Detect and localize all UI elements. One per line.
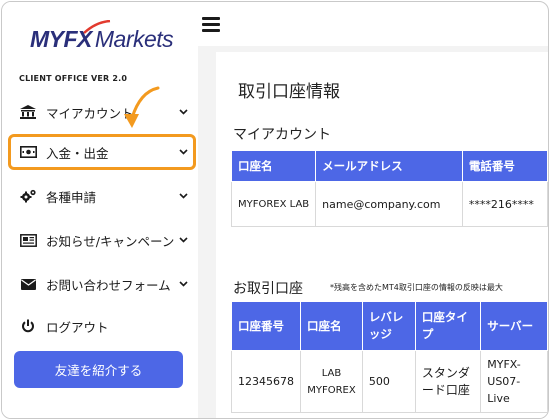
- table-cell: name@company.com: [315, 181, 463, 227]
- table-row: 12345678 LAB MYFOREX 500 スタンダード口座 MYFX-U…: [231, 350, 548, 413]
- sidebar-item-contact-form[interactable]: お問い合わせフォーム: [12, 267, 194, 301]
- logo-myfx-text: MYFX: [30, 26, 92, 52]
- cash-icon: [17, 146, 39, 158]
- refer-friend-button[interactable]: 友達を紹介する: [14, 351, 183, 388]
- newspaper-icon: [17, 233, 39, 247]
- table-cell: MYFOREX LAB: [230, 181, 317, 227]
- sidebar-item-logout[interactable]: ログアウト: [12, 309, 194, 343]
- table-header-row: 口座名 メールアドレス 電話番号: [230, 150, 548, 182]
- sidebar-item-label: 各種申請: [46, 189, 97, 205]
- power-icon: [17, 319, 39, 333]
- trading-accounts-table: 口座番号 口座名 レバレッジ 口座タイプ サーバー 12345678 LAB M…: [231, 301, 548, 413]
- page-title: 取引口座情報: [238, 82, 340, 102]
- bank-icon: [17, 105, 39, 119]
- chevron-down-icon[interactable]: [176, 237, 190, 243]
- column-header: メールアドレス: [315, 150, 463, 182]
- chevron-down-icon[interactable]: [176, 149, 190, 155]
- table-header-row: 口座番号 口座名 レバレッジ 口座タイプ サーバー: [231, 301, 548, 351]
- table-cell: 500: [361, 350, 416, 413]
- column-header: 口座番号: [231, 301, 301, 351]
- table-cell: MYFX-US07-Live: [480, 350, 548, 413]
- menu-toggle-icon[interactable]: [202, 17, 220, 33]
- sidebar-item-my-account[interactable]: マイアカウント: [12, 95, 194, 129]
- sidebar: MYFX Markets CLIENT OFFICE VER 2.0 マイアカウン…: [2, 2, 198, 418]
- chevron-down-icon[interactable]: [176, 281, 190, 287]
- table-cell: ****216****: [461, 181, 548, 227]
- table-cell: 12345678: [231, 350, 301, 413]
- chevron-down-icon[interactable]: [176, 109, 190, 115]
- chevron-down-icon[interactable]: [176, 193, 190, 199]
- table-cell: スタンダード口座: [414, 350, 482, 413]
- sidebar-item-label: お問い合わせフォーム: [46, 277, 171, 293]
- column-header: 電話番号: [461, 150, 548, 182]
- app-window: MYFX Markets CLIENT OFFICE VER 2.0 マイアカウン…: [1, 1, 549, 419]
- sidebar-item-label: 入金・出金: [46, 145, 109, 161]
- sidebar-item-label: ログアウト: [46, 319, 109, 335]
- section-title-my-account: マイアカウント: [233, 127, 331, 143]
- logo-markets-text: Markets: [94, 26, 174, 52]
- column-header: サーバー: [480, 301, 548, 351]
- table-row: MYFOREX LAB name@company.com ****216****: [230, 181, 548, 227]
- column-header: 口座名: [230, 150, 317, 182]
- brand-logo[interactable]: MYFX Markets: [30, 20, 180, 60]
- my-account-table: 口座名 メールアドレス 電話番号 MYFOREX LAB name@compan…: [230, 150, 548, 227]
- column-header: レバレッジ: [361, 301, 416, 351]
- table-cell: LAB MYFOREX: [300, 350, 363, 413]
- sidebar-item-deposit-withdrawal[interactable]: 入金・出金: [12, 135, 194, 169]
- envelope-icon: [17, 278, 39, 290]
- section-title-trading-accounts: お取引口座: [233, 281, 303, 297]
- column-header: 口座タイプ: [414, 301, 482, 351]
- notice-text: *残高を含めたMT4取引口座の情報の反映は最大: [330, 283, 503, 292]
- sidebar-item-applications[interactable]: 各種申請: [12, 179, 194, 213]
- column-header: 口座名: [300, 301, 363, 351]
- version-label: CLIENT OFFICE VER 2.0: [19, 74, 128, 83]
- sidebar-item-label: お知らせ/キャンペーン: [46, 233, 175, 249]
- annotation-arrow-icon: [124, 86, 160, 128]
- gears-icon: [17, 189, 39, 203]
- sidebar-item-news-campaign[interactable]: お知らせ/キャンペーン: [12, 223, 194, 257]
